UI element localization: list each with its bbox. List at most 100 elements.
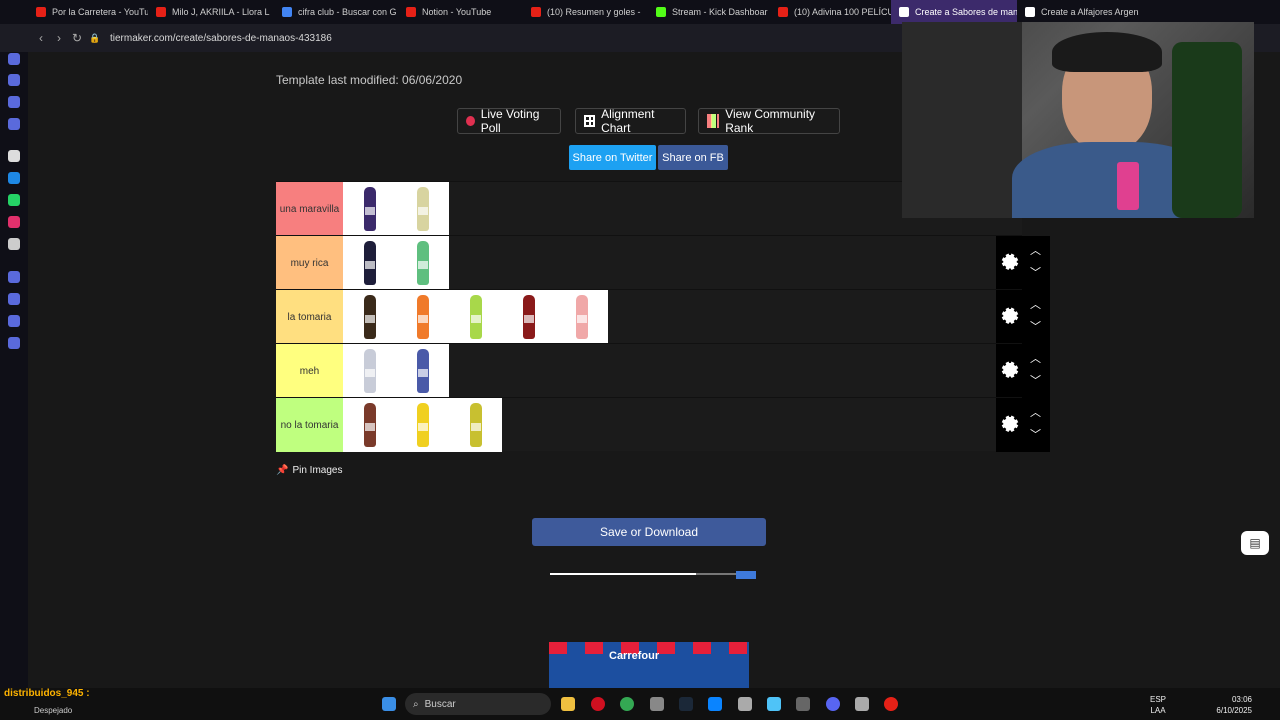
record-icon <box>466 116 475 126</box>
browser-tab[interactable]: cifra club - Buscar con G <box>274 0 398 24</box>
start-icon[interactable] <box>382 697 396 711</box>
language-indicator[interactable]: ESP LAA <box>1150 694 1166 716</box>
url-field[interactable]: tiermaker.com/create/sabores-de-manaos-4… <box>110 33 332 44</box>
community-rank-button[interactable]: View Community Rank <box>698 107 840 135</box>
youtube-icon <box>531 7 541 17</box>
forward-icon[interactable]: › <box>50 31 68 45</box>
tab-list: Por la Carretera - YouTu Milo J, AKRIILA … <box>28 0 1147 24</box>
shopping-icon[interactable] <box>8 96 20 108</box>
browser-tab[interactable]: Create a Alfajores Argen <box>1017 0 1147 24</box>
tier-label[interactable]: no la tomaria <box>276 398 343 452</box>
ad-choices-icon[interactable] <box>736 571 756 579</box>
tier-controls: ︿ ﹀ <box>996 344 1050 398</box>
instagram-icon[interactable] <box>8 216 20 228</box>
tier-label[interactable]: meh <box>276 344 343 398</box>
settings-icon[interactable] <box>8 337 20 349</box>
alignment-chart-label: Alignment Chart <box>601 107 655 135</box>
app-icon[interactable] <box>767 697 781 711</box>
browser-tab[interactable]: (10) Adivina 100 PELÍCU <box>770 0 891 24</box>
obs-icon[interactable] <box>650 697 664 711</box>
move-up-icon[interactable]: ︿ <box>1030 350 1041 366</box>
move-up-icon[interactable]: ︿ <box>1030 404 1041 420</box>
tier-item-bottle[interactable] <box>343 344 396 398</box>
move-up-icon[interactable]: ︿ <box>1030 242 1041 258</box>
system-clock[interactable]: 03:06 6/10/2025 <box>1216 694 1252 716</box>
speed-dial-icon[interactable] <box>8 53 20 65</box>
tier-item-bottle[interactable] <box>396 344 449 398</box>
tier-item-bottle[interactable] <box>343 398 396 452</box>
extensions-icon[interactable] <box>8 315 20 327</box>
grid-icon <box>584 115 596 127</box>
history-icon[interactable] <box>8 293 20 305</box>
google-icon <box>282 7 292 17</box>
save-download-button[interactable]: Save or Download <box>532 518 766 546</box>
back-icon[interactable]: ‹ <box>32 31 50 45</box>
app-icon[interactable] <box>738 697 752 711</box>
live-voting-button[interactable]: Live Voting Poll <box>457 107 561 135</box>
gear-icon[interactable] <box>1001 252 1019 270</box>
share-fb-button[interactable]: Share on FB <box>658 145 728 170</box>
share-twitter-button[interactable]: Share on Twitter <box>569 145 656 170</box>
player-icon[interactable] <box>8 271 20 283</box>
tab-label: Por la Carretera - YouTu <box>52 7 148 17</box>
move-down-icon[interactable]: ﹀ <box>1030 372 1041 388</box>
move-down-icon[interactable]: ﹀ <box>1030 426 1041 442</box>
pin-images-toggle[interactable]: 📌 Pin Images <box>276 465 342 476</box>
discord-icon[interactable] <box>826 697 840 711</box>
taskbar-search[interactable]: ⌕ Buscar <box>405 693 551 715</box>
browser-tab[interactable]: Notion - YouTube <box>398 0 523 24</box>
app-icon[interactable] <box>8 150 20 162</box>
tier-item-bottle[interactable] <box>396 182 449 236</box>
tier-item-bottle[interactable] <box>396 398 449 452</box>
soda-bottle-icon <box>469 403 482 447</box>
tier-label[interactable]: muy rica <box>276 236 343 290</box>
weather-widget[interactable]: distribuidos_945 : Despejado <box>4 688 90 715</box>
tier-item-bottle[interactable] <box>449 398 502 452</box>
messenger-icon[interactable] <box>8 172 20 184</box>
tier-item-bottle[interactable] <box>343 290 396 344</box>
gear-icon[interactable] <box>1001 360 1019 378</box>
carrefour-ad[interactable]: Carrefour <box>549 642 749 688</box>
tier-item-bottle[interactable] <box>343 236 396 290</box>
browser-tab[interactable]: (10) Resumen y goles - <box>523 0 648 24</box>
notes-fab-icon[interactable]: ▤ <box>1241 531 1269 555</box>
settings-icon[interactable] <box>855 697 869 711</box>
reload-icon[interactable]: ↻ <box>68 31 86 45</box>
tier-label[interactable]: la tomaria <box>276 290 343 344</box>
steam-icon[interactable] <box>679 697 693 711</box>
browser-tab[interactable]: Create a Sabores de man <box>891 0 1017 24</box>
tier-label[interactable]: una maravilla <box>276 182 343 236</box>
youtube-icon[interactable] <box>884 697 898 711</box>
x-icon[interactable] <box>8 238 20 250</box>
tier-item-bottle[interactable] <box>343 182 396 236</box>
move-up-icon[interactable]: ︿ <box>1030 296 1041 312</box>
browser-sidebar <box>0 52 28 688</box>
aria-icon[interactable] <box>8 74 20 86</box>
alignment-chart-button[interactable]: Alignment Chart <box>575 107 686 135</box>
move-down-icon[interactable]: ﹀ <box>1030 264 1041 280</box>
tier-controls: ︿ ﹀ <box>996 290 1050 344</box>
app-icon[interactable] <box>796 697 810 711</box>
pin-images-label: Pin Images <box>292 465 343 476</box>
tier-item-bottle[interactable] <box>449 290 502 344</box>
file-explorer-icon[interactable] <box>561 697 575 711</box>
tier-item-bottle[interactable] <box>396 236 449 290</box>
chrome-icon[interactable] <box>620 697 634 711</box>
browser-tab[interactable]: Milo J, AKRIILA - Llora L <box>148 0 274 24</box>
tier-item-bottle[interactable] <box>502 290 555 344</box>
tier-item-bottle[interactable] <box>396 290 449 344</box>
ad-slider[interactable] <box>550 571 756 579</box>
whatsapp-icon[interactable] <box>8 194 20 206</box>
tier-item-bottle[interactable] <box>555 290 608 344</box>
browser-tab[interactable]: Stream - Kick Dashboar <box>648 0 770 24</box>
community-rank-label: View Community Rank <box>725 107 816 135</box>
tier-row: no la tomaria ︿ ﹀ <box>276 397 1050 452</box>
soda-bottle-icon <box>416 349 429 393</box>
music-icon[interactable] <box>8 118 20 130</box>
opera-icon[interactable] <box>591 697 605 711</box>
gear-icon[interactable] <box>1001 306 1019 324</box>
vscode-icon[interactable] <box>708 697 722 711</box>
gear-icon[interactable] <box>1001 414 1019 432</box>
browser-tab[interactable]: Por la Carretera - YouTu <box>28 0 148 24</box>
move-down-icon[interactable]: ﹀ <box>1030 318 1041 334</box>
